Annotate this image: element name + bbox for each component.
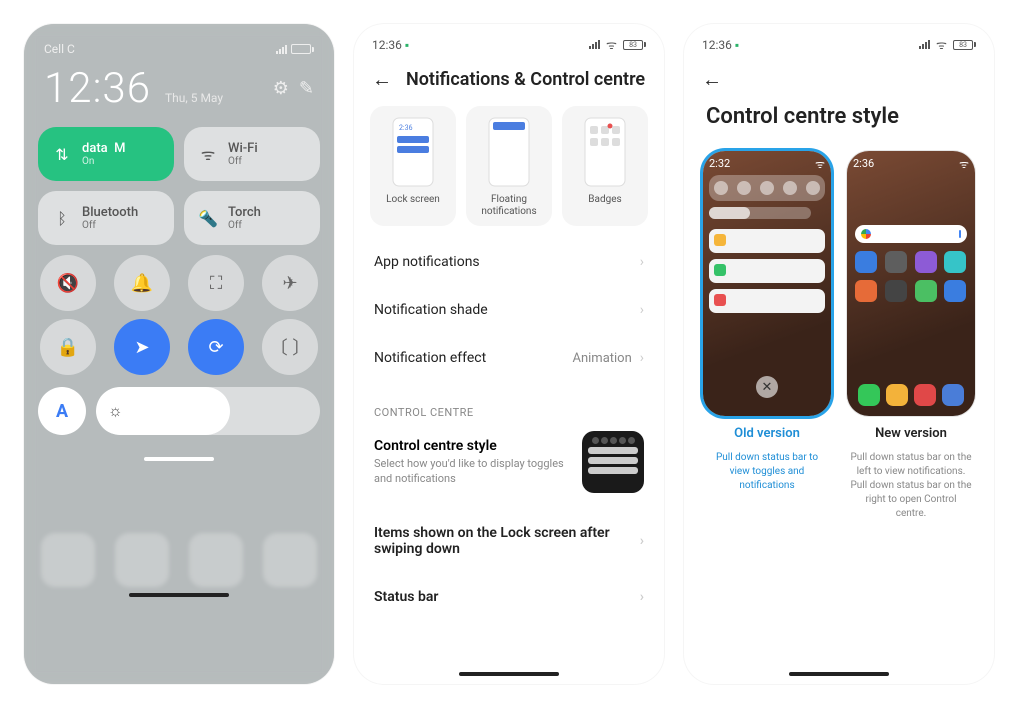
toggle-dnd[interactable]: 🔔	[114, 255, 170, 311]
tile-mobile-data[interactable]: ⇅ data M On	[38, 127, 174, 181]
chevron-right-icon: ›	[640, 350, 644, 366]
home-indicator[interactable]	[789, 672, 889, 676]
row-lock-screen-items[interactable]: Items shown on the Lock screen after swi…	[354, 509, 664, 573]
row-app-notifications[interactable]: App notifications ›	[354, 238, 664, 286]
row-status-bar[interactable]: Status bar ›	[354, 573, 664, 621]
signal-icon	[276, 45, 287, 54]
chevron-right-icon: ›	[640, 254, 644, 270]
notifications-settings-screen: 12:36 ▪ ᯤ 83 ← Notifications & Control c…	[354, 24, 664, 684]
brightness-icon: ☼	[108, 401, 123, 421]
tile-wifi[interactable]: ᯤ Wi-Fi Off	[184, 127, 320, 181]
clock-time: 12:36	[44, 64, 151, 113]
back-button[interactable]: ←	[702, 67, 722, 92]
clock-date: Thu, 5 May	[165, 91, 223, 105]
chevron-right-icon: ›	[640, 302, 644, 318]
option-description: Pull down status bar on the left to view…	[846, 451, 976, 521]
wifi-icon: ᯤ	[606, 36, 617, 53]
card-label: Floating notifications	[472, 194, 546, 218]
control-centre-style-screen: 12:36 ▪ ᯤ 83 ← Control centre style 2:32…	[684, 24, 994, 684]
card-lock-screen[interactable]: 2:36 Lock screen	[370, 106, 456, 226]
toggle-lock[interactable]: 🔒	[40, 319, 96, 375]
toggle-scan[interactable]: 〔 〕	[262, 319, 318, 375]
wifi-icon: ᯤ	[198, 143, 218, 165]
toggle-location[interactable]: ➤	[114, 319, 170, 375]
battery-icon: 83	[953, 40, 976, 50]
page-title: Control centre style	[684, 92, 994, 151]
style-thumbnail	[582, 431, 644, 493]
svg-text:2:36: 2:36	[399, 124, 413, 132]
edit-icon[interactable]: ✎	[299, 78, 314, 99]
tile-bluetooth[interactable]: ᛒ Bluetooth Off	[38, 191, 174, 245]
battery-icon: 83	[623, 40, 646, 50]
toggle-airplane[interactable]: ✈	[262, 255, 318, 311]
status-bar: 12:36 ▪ ᯤ 83	[684, 24, 994, 57]
card-badges[interactable]: Badges	[562, 106, 648, 226]
preview-new: 2:36ᯤ	[847, 151, 975, 416]
toggle-mute[interactable]: 🔇	[40, 255, 96, 311]
card-label: Badges	[588, 194, 621, 206]
card-label: Lock screen	[386, 194, 440, 206]
option-label: New version	[875, 426, 947, 441]
tile-torch[interactable]: 🔦 Torch Off	[184, 191, 320, 245]
preview-old: 2:32ᯤ ✕	[703, 151, 831, 416]
data-icon: ⇅	[52, 145, 72, 164]
option-old-version[interactable]: 2:32ᯤ ✕ Old version Pull down status bar…	[702, 151, 832, 521]
status-bar: Cell C	[38, 38, 320, 58]
settings-icon[interactable]: ⚙	[273, 78, 289, 99]
toggle-cast[interactable]: ⛶	[188, 255, 244, 311]
carrier-label: Cell C	[44, 42, 75, 56]
home-indicator[interactable]	[459, 672, 559, 676]
signal-icon	[589, 40, 600, 49]
chevron-right-icon: ›	[640, 533, 644, 549]
page-title: Notifications & Control centre	[406, 69, 645, 90]
home-indicator[interactable]	[129, 593, 229, 597]
card-floating-notifications[interactable]: Floating notifications	[466, 106, 552, 226]
back-button[interactable]: ←	[372, 67, 392, 92]
bluetooth-icon: ᛒ	[52, 209, 72, 228]
battery-icon	[291, 44, 314, 54]
row-notification-shade[interactable]: Notification shade ›	[354, 286, 664, 334]
status-bar: 12:36 ▪ ᯤ 83	[354, 24, 664, 57]
brightness-slider[interactable]: ☼	[96, 387, 320, 435]
background-apps	[38, 461, 320, 601]
row-control-centre-style[interactable]: Control centre style Select how you'd li…	[354, 425, 664, 509]
control-centre-screen: Cell C 12:36 Thu, 5 May ⚙ ✎ ⇅ data M On	[24, 24, 334, 684]
row-notification-effect[interactable]: Notification effect Animation›	[354, 334, 664, 382]
wifi-icon: ᯤ	[936, 36, 947, 53]
close-icon: ✕	[756, 376, 778, 398]
option-label: Old version	[734, 426, 800, 441]
auto-brightness-button[interactable]: A	[38, 387, 86, 435]
signal-icon	[919, 40, 930, 49]
option-new-version[interactable]: 2:36ᯤ New version Pull down status bar o…	[846, 151, 976, 521]
torch-icon: 🔦	[198, 209, 218, 228]
chevron-right-icon: ›	[640, 589, 644, 605]
option-description: Pull down status bar to view toggles and…	[702, 451, 832, 493]
toggle-rotation[interactable]: ⟳	[188, 319, 244, 375]
section-label: CONTROL CENTRE	[354, 388, 664, 425]
